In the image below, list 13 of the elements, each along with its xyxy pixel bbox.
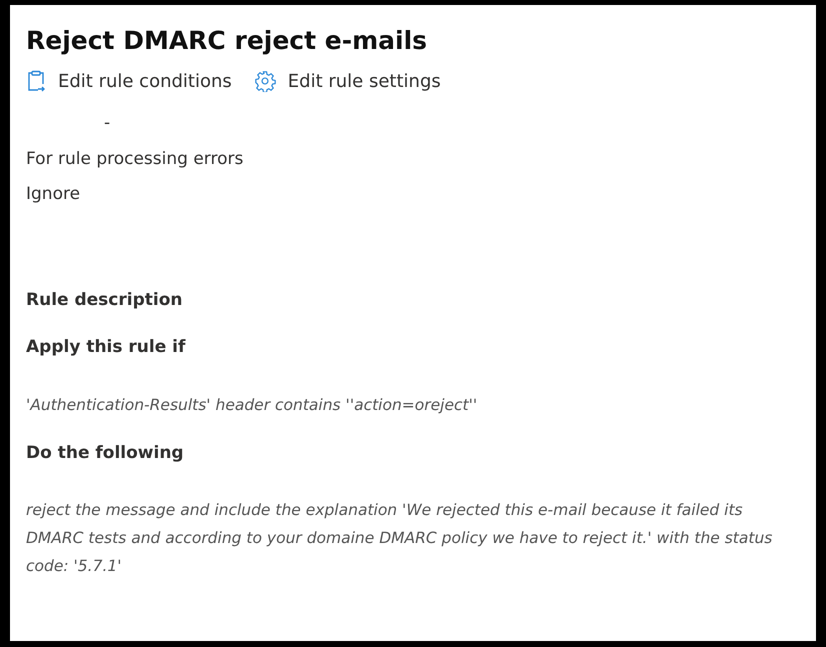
mode-value: - — [104, 112, 112, 133]
field-value: Ignore — [26, 183, 82, 206]
section-heading: Rule description — [26, 288, 184, 312]
action-label: Do the following — [26, 442, 185, 465]
page-title: Reject DMARC reject e-mails — [26, 25, 428, 57]
action-link[interactable]: Edit rule settings — [254, 68, 441, 94]
condition-label: Apply this rule if — [26, 336, 186, 360]
settings-icon — [254, 70, 276, 92]
condition-text: 'Authentication-Results' header contains ''action=oreject'' — [26, 394, 478, 416]
action-link[interactable]: Edit rule conditions — [26, 68, 232, 94]
field-label: For rule processing errors — [26, 148, 244, 171]
action-text: reject the message and include the explanation 'We rejected this e-mail because it failed its DMARC tests and according to your domaine DMARC policy we have to reject it.' with the status code: '5.7.1' — [26, 500, 774, 578]
clipboard-icon — [26, 70, 46, 92]
